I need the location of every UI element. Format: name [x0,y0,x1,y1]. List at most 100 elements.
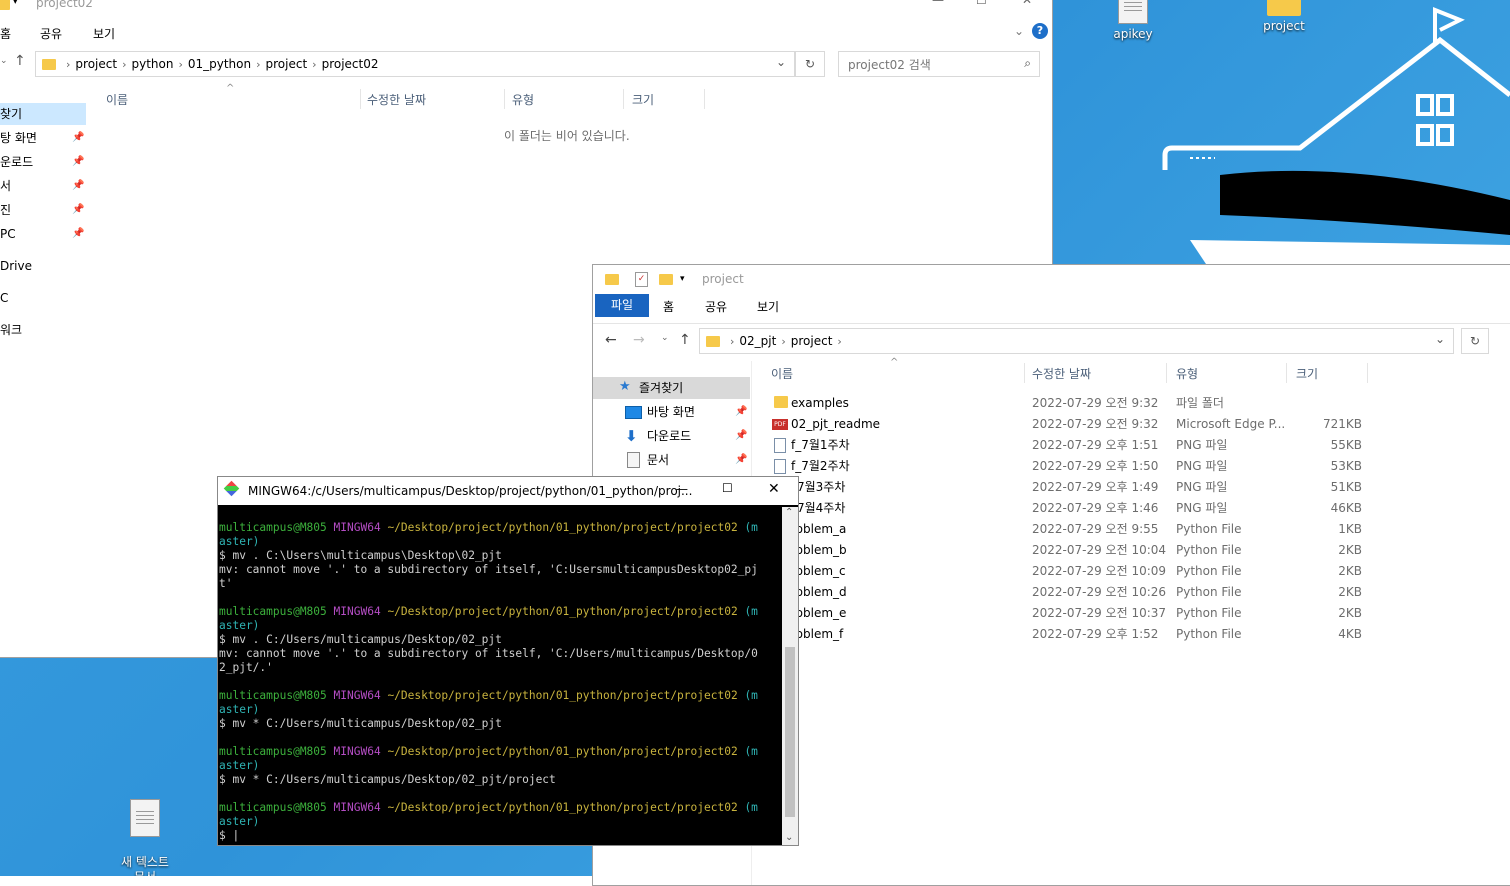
nav-item-pictures[interactable]: 진 [0,199,11,221]
file-row[interactable]: roblem_f 2022-07-29 오후 1:52 Python File … [753,624,1373,645]
nav-item-network[interactable]: 워크 [0,319,22,341]
column-date[interactable]: 수정한 날짜 [367,91,426,108]
breadcrumb-02-pjt[interactable]: 02_pjt [734,334,781,348]
breadcrumb-project[interactable]: project [261,57,313,71]
nav-item-downloads[interactable]: 운로드 [0,151,33,173]
file-row[interactable]: examples 2022-07-29 오전 9:32 파일 폴더 [753,393,1373,414]
column-type[interactable]: 유형 [1176,365,1198,382]
pin-icon[interactable]: 📌 [72,204,84,215]
tab-share[interactable]: 공유 [40,25,62,42]
tab-home[interactable]: 홈 [663,298,674,315]
quick-access-dropdown-icon[interactable]: ▾ [680,274,685,284]
close-button[interactable]: ✕ [1022,0,1032,7]
quick-access-dropdown-icon[interactable]: ▾ [13,0,18,7]
column-type[interactable]: 유형 [512,91,534,108]
file-row[interactable]: roblem_d 2022-07-29 오전 10:26 Python File… [753,582,1373,603]
file-row[interactable]: _7월3주차 2022-07-29 오후 1:49 PNG 파일 51KB [753,477,1373,498]
file-size: 1KB [1338,522,1362,536]
terminal-line: t' [219,577,233,590]
recent-locations-icon[interactable]: ⌄ [0,56,8,66]
file-list: examples 2022-07-29 오전 9:32 파일 폴더 PDF 02… [753,393,1510,653]
pin-icon[interactable]: 📌 [72,156,84,167]
nav-item-onedrive[interactable]: Drive [0,255,32,277]
file-row[interactable]: roblem_c 2022-07-29 오전 10:09 Python File… [753,561,1373,582]
recent-locations-icon[interactable]: ⌄ [661,333,669,343]
pin-icon[interactable]: 📌 [72,228,84,239]
nav-item-documents[interactable]: 서 [0,175,11,197]
minimize-button[interactable]: — [676,482,688,496]
file-size: 2KB [1338,564,1362,578]
navigation-pane: ★ 즐겨찾기 바탕 화면 📌 ⬇ 다운로드 📌 문서 📌 [593,375,751,475]
breadcrumb-python[interactable]: python [126,57,178,71]
file-type: Python File [1176,606,1242,620]
maximize-button[interactable]: ☐ [976,0,987,7]
column-size[interactable]: 크기 [1296,365,1318,382]
forward-arrow-icon[interactable]: → [633,332,645,348]
file-type: Microsoft Edge P... [1176,417,1286,431]
close-button[interactable]: ✕ [768,481,780,497]
file-row[interactable]: PDF 02_pjt_readme 2022-07-29 오전 9:32 Mic… [753,414,1373,435]
pin-icon[interactable]: 📌 [72,180,84,191]
breadcrumb-project[interactable]: project [786,334,838,348]
nav-item-pc[interactable]: PC [0,223,16,245]
tab-file[interactable]: 파일 [595,294,649,317]
terminal-output[interactable]: multicampus@M805 MINGW64 ~/Desktop/proje… [218,507,782,845]
pin-icon[interactable]: 📌 [735,454,747,465]
search-input[interactable]: project02 검색 ⌕ [838,51,1040,77]
tab-view[interactable]: 보기 [757,298,779,315]
nav-item-downloads[interactable]: 다운로드 [647,425,691,447]
help-icon[interactable]: ? [1032,23,1048,39]
up-arrow-icon[interactable]: ↑ [14,53,26,69]
file-row[interactable]: roblem_b 2022-07-29 오전 10:04 Python File… [753,540,1373,561]
minimize-button[interactable]: — [932,0,944,7]
nav-item-favorites[interactable]: 즐겨찾기 [639,377,683,399]
pin-icon[interactable]: 📌 [735,406,747,417]
desktop-icon-apikey[interactable]: apikey [1093,0,1173,41]
address-dropdown-icon[interactable]: ⌄ [1435,332,1445,346]
scrollbar-thumb[interactable] [785,647,795,817]
new-folder-icon[interactable] [659,274,673,285]
pin-icon[interactable]: 📌 [72,132,84,143]
column-date[interactable]: 수정한 날짜 [1032,365,1091,382]
refresh-icon[interactable]: ↻ [1461,328,1489,354]
nav-item-documents[interactable]: 문서 [647,449,669,471]
prompt-line: multicampus@M805 MINGW64 ~/Desktop/proje… [219,521,758,534]
terminal-line: 2_pjt/.' [219,661,273,674]
breadcrumb-project[interactable]: project [70,57,122,71]
file-row[interactable]: f_7월1주차 2022-07-29 오후 1:51 PNG 파일 55KB [753,435,1373,456]
nav-item-desktop[interactable]: 탕 화면 [0,127,37,149]
terminal-line [219,731,782,745]
file-row[interactable]: roblem_a 2022-07-29 오전 9:55 Python File … [753,519,1373,540]
properties-icon[interactable]: ✓ [635,272,648,287]
breadcrumb-project02[interactable]: project02 [317,57,384,71]
file-type: Python File [1176,522,1242,536]
breadcrumb-01-python[interactable]: 01_python [183,57,256,71]
chevron-down-icon[interactable]: ⌄ [1014,24,1024,38]
pin-icon[interactable]: 📌 [735,430,747,441]
column-name[interactable]: 이름 [771,365,793,382]
refresh-icon[interactable]: ↻ [795,51,825,77]
column-size[interactable]: 크기 [632,91,654,108]
file-row[interactable]: _7월4주차 2022-07-29 오후 1:46 PNG 파일 46KB [753,498,1373,519]
back-arrow-icon[interactable]: ← [605,332,617,348]
up-arrow-icon[interactable]: ↑ [679,332,691,348]
address-dropdown-icon[interactable]: ⌄ [776,55,786,69]
tab-view[interactable]: 보기 [93,25,115,42]
scrollbar[interactable]: ⌃ ⌄ [782,507,798,845]
nav-item-desktop[interactable]: 바탕 화면 [647,401,695,423]
address-bar[interactable]: › 02_pjt › project › ⌄ [699,328,1454,354]
column-name[interactable]: 이름 [106,91,128,108]
desktop-icon-new-text-document[interactable]: 새 텍스트 문서 [105,784,185,876]
tab-share[interactable]: 공유 [705,298,727,315]
scroll-down-icon[interactable]: ⌄ [785,832,793,843]
maximize-button[interactable]: ☐ [722,481,733,495]
nav-item-favorites[interactable]: 찾기 [0,103,22,125]
desktop-icon-project[interactable]: project [1244,0,1324,33]
file-row[interactable]: roblem_e 2022-07-29 오전 10:37 Python File… [753,603,1373,624]
address-bar[interactable]: › project › python › 01_python › project › p… [35,51,795,77]
scroll-up-icon[interactable]: ⌃ [785,507,793,518]
file-name: roblem_d [791,585,847,599]
file-row[interactable]: f_7월2주차 2022-07-29 오후 1:50 PNG 파일 53KB [753,456,1373,477]
tab-home[interactable]: 홈 [0,25,11,42]
nav-item-c[interactable]: C [0,287,8,309]
